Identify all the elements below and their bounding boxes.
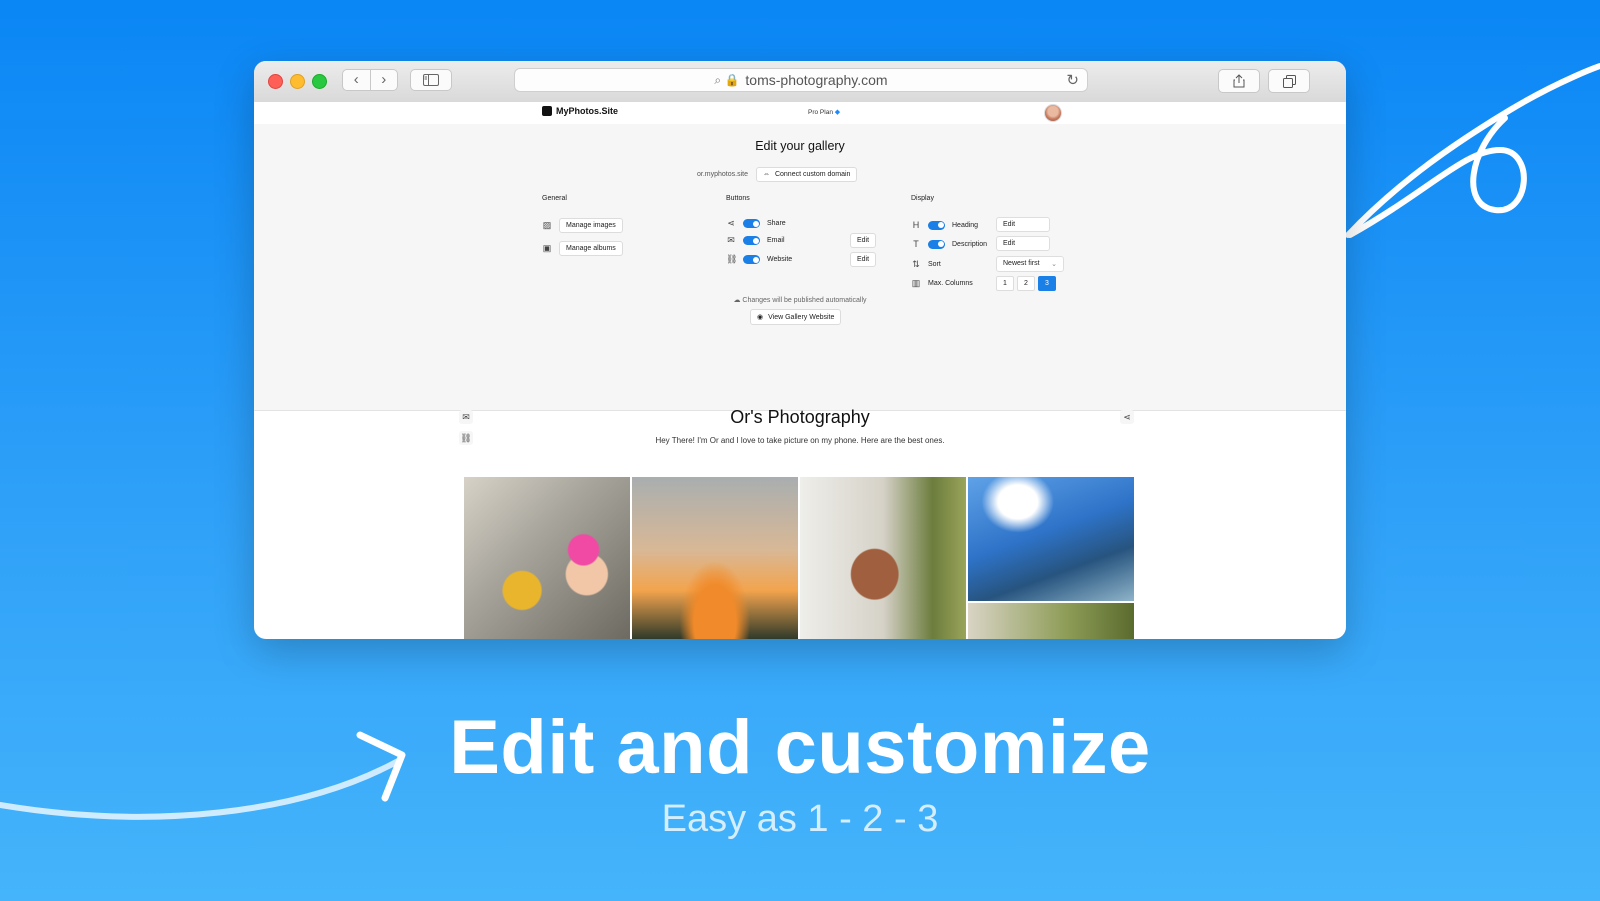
history-nav: ‹ ›	[342, 69, 398, 91]
cloud-icon: ☁	[733, 297, 741, 304]
publish-note-text: Changes will be published automatically	[742, 297, 867, 304]
heading-toggle[interactable]	[928, 220, 945, 230]
sidebar-icon	[423, 74, 439, 86]
email-toggle[interactable]	[743, 236, 760, 245]
columns-option-1[interactable]: 1	[996, 276, 1014, 291]
website-button-row: ⛓ Website	[726, 254, 792, 265]
share-button-row: ⋖ Share	[726, 218, 786, 229]
sort-select[interactable]: Newest first ⌄	[996, 256, 1064, 272]
gallery-photo[interactable]	[464, 477, 630, 639]
heading-label: Heading	[952, 221, 979, 229]
app-header: MyPhotos.Site Pro Plan ◆	[254, 102, 1346, 125]
email-edit-button[interactable]: Edit	[850, 233, 877, 248]
link-chain-icon: ⛓	[726, 254, 738, 264]
browser-window: ‹ › ⌕ 🔒 toms-photography.com ↻ MyPhotos.…	[254, 61, 1346, 639]
show-tabs-button[interactable]	[1268, 69, 1310, 93]
website-edit-button[interactable]: Edit	[850, 252, 877, 267]
editor-title: Edit your gallery	[755, 139, 845, 153]
minimize-window-button[interactable]	[290, 74, 305, 89]
buttons-heading: Buttons	[726, 195, 750, 202]
image-icon: ▨	[542, 220, 552, 230]
plan-label: Pro Plan	[808, 109, 833, 116]
eye-icon: ◉	[757, 314, 764, 321]
website-label: Website	[767, 256, 793, 263]
sort-row: ⇅ Sort	[911, 259, 941, 270]
domain-row: or.myphotos.site ⇔ Connect custom domain	[697, 167, 858, 182]
publish-note: ☁ Changes will be published automaticall…	[254, 296, 1346, 304]
gallery-editor-panel: Edit your gallery or.myphotos.site ⇔ Con…	[254, 124, 1346, 411]
description-edit-field[interactable]: Edit	[996, 236, 1050, 251]
close-window-button[interactable]	[268, 74, 283, 89]
sidebar-toggle-button[interactable]	[410, 69, 452, 91]
marketing-subline: Easy as 1 - 2 - 3	[661, 798, 939, 840]
address-bar[interactable]: ⌕ 🔒 toms-photography.com ↻	[514, 68, 1088, 92]
share-toggle[interactable]	[743, 219, 760, 228]
plan-badge: Pro Plan ◆	[808, 108, 840, 116]
search-lock-icon: ⌕ 🔒	[714, 72, 740, 87]
url-text: toms-photography.com	[745, 72, 888, 88]
brand-logo[interactable]: MyPhotos.Site	[542, 106, 618, 116]
gallery-title: Or's Photography	[730, 407, 870, 427]
subdomain-text: or.myphotos.site	[697, 171, 748, 178]
sort-value: Newest first	[1003, 260, 1040, 267]
chevron-right-icon[interactable]: ›	[371, 70, 398, 90]
sort-arrows-icon: ⇅	[912, 259, 920, 269]
gallery-photo[interactable]	[968, 477, 1134, 601]
album-icon: ▣	[542, 243, 552, 253]
text-icon: T	[913, 239, 919, 249]
display-heading: Display	[911, 195, 934, 202]
user-avatar[interactable]	[1044, 104, 1062, 122]
gallery-description: Hey There! I'm Or and I love to take pic…	[655, 436, 945, 445]
email-button-row: ✉ Email	[726, 235, 785, 246]
tabs-icon	[1282, 74, 1296, 88]
description-toggle[interactable]	[928, 239, 945, 249]
manage-albums-row: ▣ Manage albums	[542, 241, 623, 256]
chevron-left-icon[interactable]: ‹	[343, 70, 370, 90]
sort-label: Sort	[928, 261, 941, 268]
mail-icon: ✉	[727, 235, 735, 245]
chevron-down-icon: ⌄	[1051, 261, 1057, 268]
share-nodes-icon: ⋖	[727, 218, 735, 228]
description-label: Description	[952, 240, 988, 248]
brand-name: MyPhotos.Site	[556, 106, 619, 116]
columns-label: Max. Columns	[928, 280, 973, 287]
connect-domain-button[interactable]: ⇔ Connect custom domain	[755, 167, 858, 182]
website-toggle[interactable]	[743, 255, 760, 264]
columns-option-3[interactable]: 3	[1038, 276, 1056, 291]
columns-icon: ▥	[911, 278, 921, 288]
gallery-photo[interactable]	[800, 477, 966, 639]
view-gallery-button[interactable]: ◉ View Gallery Website	[750, 309, 842, 325]
connect-domain-label: Connect custom domain	[774, 171, 851, 178]
share-label: Share	[767, 220, 786, 227]
manage-images-row: ▨ Manage images	[542, 218, 623, 233]
share-page-button[interactable]	[1218, 69, 1260, 93]
manage-albums-button[interactable]: Manage albums	[559, 241, 623, 256]
marketing-headline: Edit and customize	[449, 705, 1151, 790]
share-icon	[1233, 74, 1245, 88]
description-row: T Description	[911, 239, 987, 249]
heading-edit-field[interactable]: Edit	[996, 217, 1050, 232]
general-heading: General	[542, 195, 567, 202]
browser-titlebar: ‹ › ⌕ 🔒 toms-photography.com ↻	[254, 61, 1346, 103]
camera-icon	[542, 106, 552, 116]
diamond-icon: ◆	[834, 109, 841, 116]
reload-icon[interactable]: ↻	[1066, 71, 1079, 89]
zoom-window-button[interactable]	[312, 74, 327, 89]
columns-selector: 1 2 3	[996, 276, 1056, 291]
columns-row: ▥ Max. Columns	[911, 278, 973, 289]
view-gallery-label: View Gallery Website	[768, 313, 835, 321]
gallery-photo[interactable]	[968, 603, 1134, 639]
link-icon: ⇔	[762, 171, 770, 178]
email-label: Email	[767, 237, 785, 244]
gallery-photo[interactable]	[632, 477, 798, 639]
heading-icon: H	[912, 220, 920, 230]
manage-images-button[interactable]: Manage images	[559, 218, 623, 233]
columns-option-2[interactable]: 2	[1017, 276, 1035, 291]
heading-row: H Heading	[911, 220, 978, 230]
